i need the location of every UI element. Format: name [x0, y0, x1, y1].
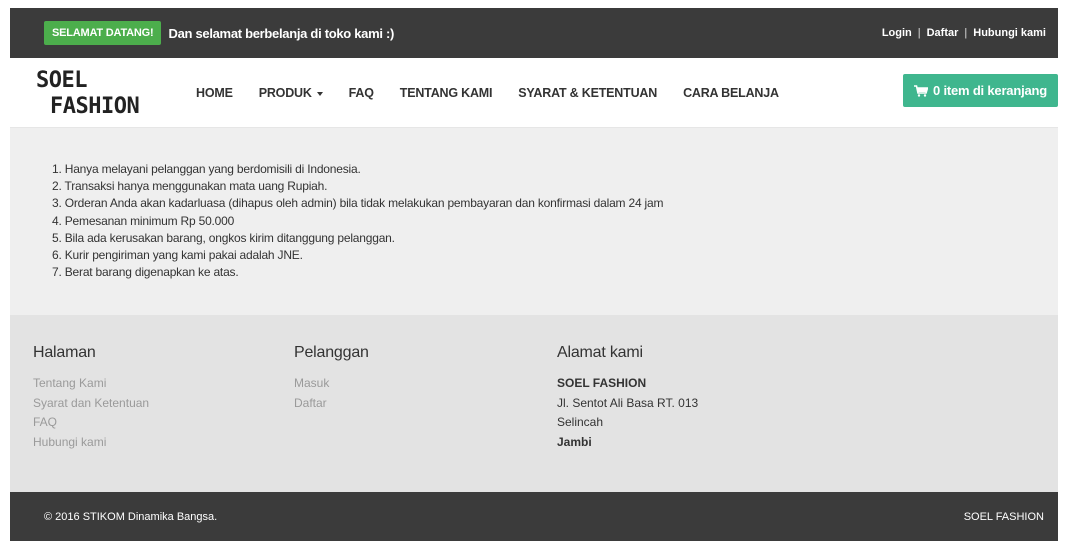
terms-list: 1. Hanya melayani pelanggan yang berdomi…: [52, 161, 1058, 281]
footer-link-masuk[interactable]: Masuk: [294, 374, 369, 394]
footer-link-tentang-kami[interactable]: Tentang Kami: [33, 374, 149, 394]
list-item: 4. Pemesanan minimum Rp 50.000: [52, 213, 235, 228]
address-name: SOEL FASHION: [557, 376, 647, 390]
main-nav: HOME PRODUK FAQ TENTANG KAMI SYARAT & KE…: [196, 58, 805, 128]
nav-faq[interactable]: FAQ: [349, 86, 374, 100]
main-header: SOEL FASHION HOME PRODUK FAQ TENTANG KAM…: [10, 58, 1058, 128]
list-item: 7. Berat barang digenapkan ke atas.: [52, 265, 239, 280]
link-separator: |: [917, 27, 921, 39]
footer-heading-alamat: Alamat kami: [557, 344, 643, 361]
nav-syarat-ketentuan[interactable]: SYARAT & KETENTUAN: [518, 86, 657, 100]
footer-brand: SOEL FASHION: [963, 510, 1044, 523]
footer-heading-pelanggan: Pelanggan: [294, 344, 369, 361]
login-link[interactable]: Login: [882, 27, 912, 39]
terms-content: 1. Hanya melayani pelanggan yang berdomi…: [10, 128, 1058, 315]
list-item: 3. Orderan Anda akan kadarluasa (dihapus…: [52, 196, 664, 211]
site-logo[interactable]: SOEL FASHION: [36, 68, 140, 120]
welcome-badge: SELAMAT DATANG!: [44, 21, 162, 45]
footer-link-syarat[interactable]: Syarat dan Ketentuan: [33, 394, 149, 414]
footer-link-hubungi[interactable]: Hubungi kami: [33, 433, 149, 453]
cart-button[interactable]: 0 item di keranjang: [903, 74, 1058, 107]
nav-produk-dropdown[interactable]: PRODUK: [259, 86, 323, 100]
list-item: 1. Hanya melayani pelanggan yang berdomi…: [52, 162, 361, 176]
logo-line-2: FASHION: [50, 94, 140, 119]
footer-col-pelanggan: Pelanggan Masuk Daftar: [294, 344, 369, 413]
address-street: Jl. Sentot Ali Basa RT. 013: [557, 395, 699, 410]
top-links: Login | Daftar | Hubungi kami: [882, 27, 1046, 39]
link-separator: |: [964, 27, 968, 39]
footer-col-halaman: Halaman Tentang Kami Syarat dan Ketentua…: [33, 344, 149, 452]
top-bar: SELAMAT DATANG! Dan selamat berbelanja d…: [10, 8, 1058, 58]
list-item: 5. Bila ada kerusakan barang, ongkos kir…: [52, 230, 395, 245]
bottom-bar: © 2016 STIKOM Dinamika Bangsa. SOEL FASH…: [10, 492, 1058, 541]
register-link[interactable]: Daftar: [927, 27, 959, 39]
nav-produk-label: PRODUK: [258, 86, 312, 100]
footer-col-alamat: Alamat kami SOEL FASHION Jl. Sentot Ali …: [557, 344, 698, 452]
shopping-cart-icon: [914, 84, 929, 97]
nav-cara-belanja[interactable]: CARA BELANJA: [683, 86, 779, 100]
address-area: Selincah: [557, 415, 604, 429]
footer-link-faq[interactable]: FAQ: [33, 413, 149, 433]
footer-link-daftar[interactable]: Daftar: [294, 394, 369, 414]
copyright-text: © 2016 STIKOM Dinamika Bangsa.: [44, 510, 218, 523]
list-item: 2. Transaksi hanya menggunakan mata uang…: [52, 179, 328, 194]
address-city: Jambi: [557, 434, 592, 449]
welcome-text: Dan selamat berbelanja di toko kami :): [168, 25, 395, 41]
cart-label: 0 item di keranjang: [933, 83, 1047, 98]
footer: Halaman Tentang Kami Syarat dan Ketentua…: [10, 315, 1058, 492]
nav-tentang-kami[interactable]: TENTANG KAMI: [400, 86, 493, 100]
list-item: 6. Kurir pengiriman yang kami pakai adal…: [52, 248, 303, 263]
contact-link[interactable]: Hubungi kami: [973, 27, 1046, 39]
logo-line-1: SOEL: [36, 68, 87, 93]
caret-down-icon: [316, 91, 323, 96]
nav-home[interactable]: HOME: [196, 86, 233, 100]
footer-heading-halaman: Halaman: [33, 344, 96, 361]
